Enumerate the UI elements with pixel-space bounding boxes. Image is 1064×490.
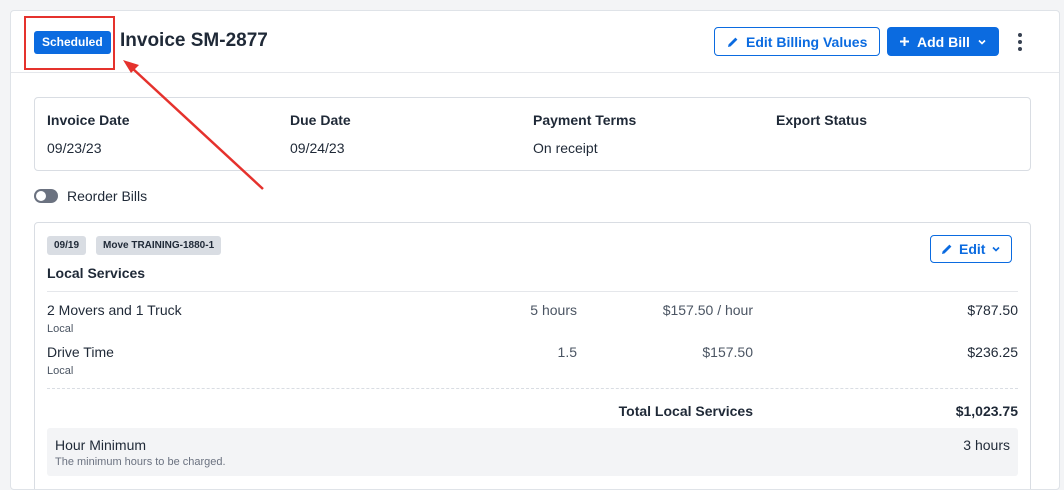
- line-item-quantity: 5 hours: [530, 302, 577, 318]
- bill-total-value: $1,023.75: [955, 403, 1018, 419]
- invoice-header: Scheduled Invoice SM-2877 Edit Billing V…: [11, 11, 1059, 73]
- more-options-icon[interactable]: [1011, 31, 1029, 53]
- due-date-value: 09/24/23: [290, 140, 345, 156]
- chevron-down-icon: [991, 244, 1001, 254]
- edit-bill-label: Edit: [959, 241, 986, 257]
- line-item-rate: $157.50 / hour: [662, 302, 753, 318]
- hour-minimum-title: Hour Minimum: [55, 437, 147, 453]
- pencil-icon: [727, 36, 739, 48]
- payment-terms-value: On receipt: [533, 140, 598, 156]
- annotation-highlight-box: [24, 16, 115, 70]
- bill-line-item: Drive Time Local 1.5 $157.50 $236.25: [47, 344, 1018, 384]
- line-item-name: Drive Time: [47, 344, 114, 360]
- invoice-date-label: Invoice Date: [47, 112, 130, 128]
- invoice-date-value: 09/23/23: [47, 140, 102, 156]
- edit-billing-values-button[interactable]: Edit Billing Values: [714, 27, 881, 56]
- line-item-quantity: 1.5: [557, 344, 577, 360]
- pencil-icon: [941, 243, 953, 255]
- bill-card: 09/19 Move TRAINING-1880-1 Edit Local Se…: [34, 222, 1031, 489]
- due-date-label: Due Date: [290, 112, 351, 128]
- hour-minimum-value: 3 hours: [963, 437, 1010, 453]
- export-status-label: Export Status: [776, 112, 868, 128]
- bill-total-row: Total Local Services $1,023.75: [47, 403, 1018, 423]
- line-item-name: 2 Movers and 1 Truck: [47, 302, 182, 318]
- payment-terms-label: Payment Terms: [533, 112, 637, 128]
- invoice-date-field: Invoice Date 09/23/23: [47, 112, 129, 156]
- divider: [47, 388, 1018, 389]
- bill-date-tag: 09/19: [47, 236, 87, 255]
- bill-move-tag: Move TRAINING-1880-1: [96, 236, 222, 255]
- line-item-total: $787.50: [967, 302, 1018, 318]
- invoice-info-card: Invoice Date 09/23/23 Due Date 09/24/23 …: [34, 97, 1031, 171]
- chevron-down-icon: [977, 37, 987, 47]
- bill-total-label: Total Local Services: [618, 403, 753, 419]
- plus-icon: [899, 36, 910, 47]
- add-bill-button[interactable]: Add Bill: [887, 27, 999, 56]
- edit-billing-values-label: Edit Billing Values: [746, 33, 868, 50]
- invoice-panel: Scheduled Invoice SM-2877 Edit Billing V…: [10, 10, 1060, 490]
- invoice-title: Invoice SM-2877: [120, 30, 268, 51]
- divider: [47, 291, 1018, 292]
- line-item-category: Local: [47, 323, 74, 335]
- line-item-rate: $157.50: [702, 344, 753, 360]
- line-item-total: $236.25: [967, 344, 1018, 360]
- reorder-bills-row: Reorder Bills: [34, 188, 147, 204]
- payment-terms-field: Payment Terms On receipt: [533, 112, 636, 156]
- reorder-bills-toggle[interactable]: [34, 189, 58, 203]
- export-status-field: Export Status: [776, 112, 867, 128]
- reorder-bills-label: Reorder Bills: [67, 188, 148, 204]
- due-date-field: Due Date 09/24/23: [290, 112, 351, 156]
- bill-line-item: 2 Movers and 1 Truck Local 5 hours $157.…: [47, 302, 1018, 342]
- add-bill-label: Add Bill: [917, 33, 970, 50]
- line-item-category: Local: [47, 365, 74, 377]
- edit-bill-button[interactable]: Edit: [930, 235, 1013, 263]
- hour-minimum-description: The minimum hours to be charged.: [55, 456, 226, 468]
- hour-minimum-box: Hour Minimum The minimum hours to be cha…: [47, 428, 1018, 476]
- bill-section-title: Local Services: [47, 265, 146, 281]
